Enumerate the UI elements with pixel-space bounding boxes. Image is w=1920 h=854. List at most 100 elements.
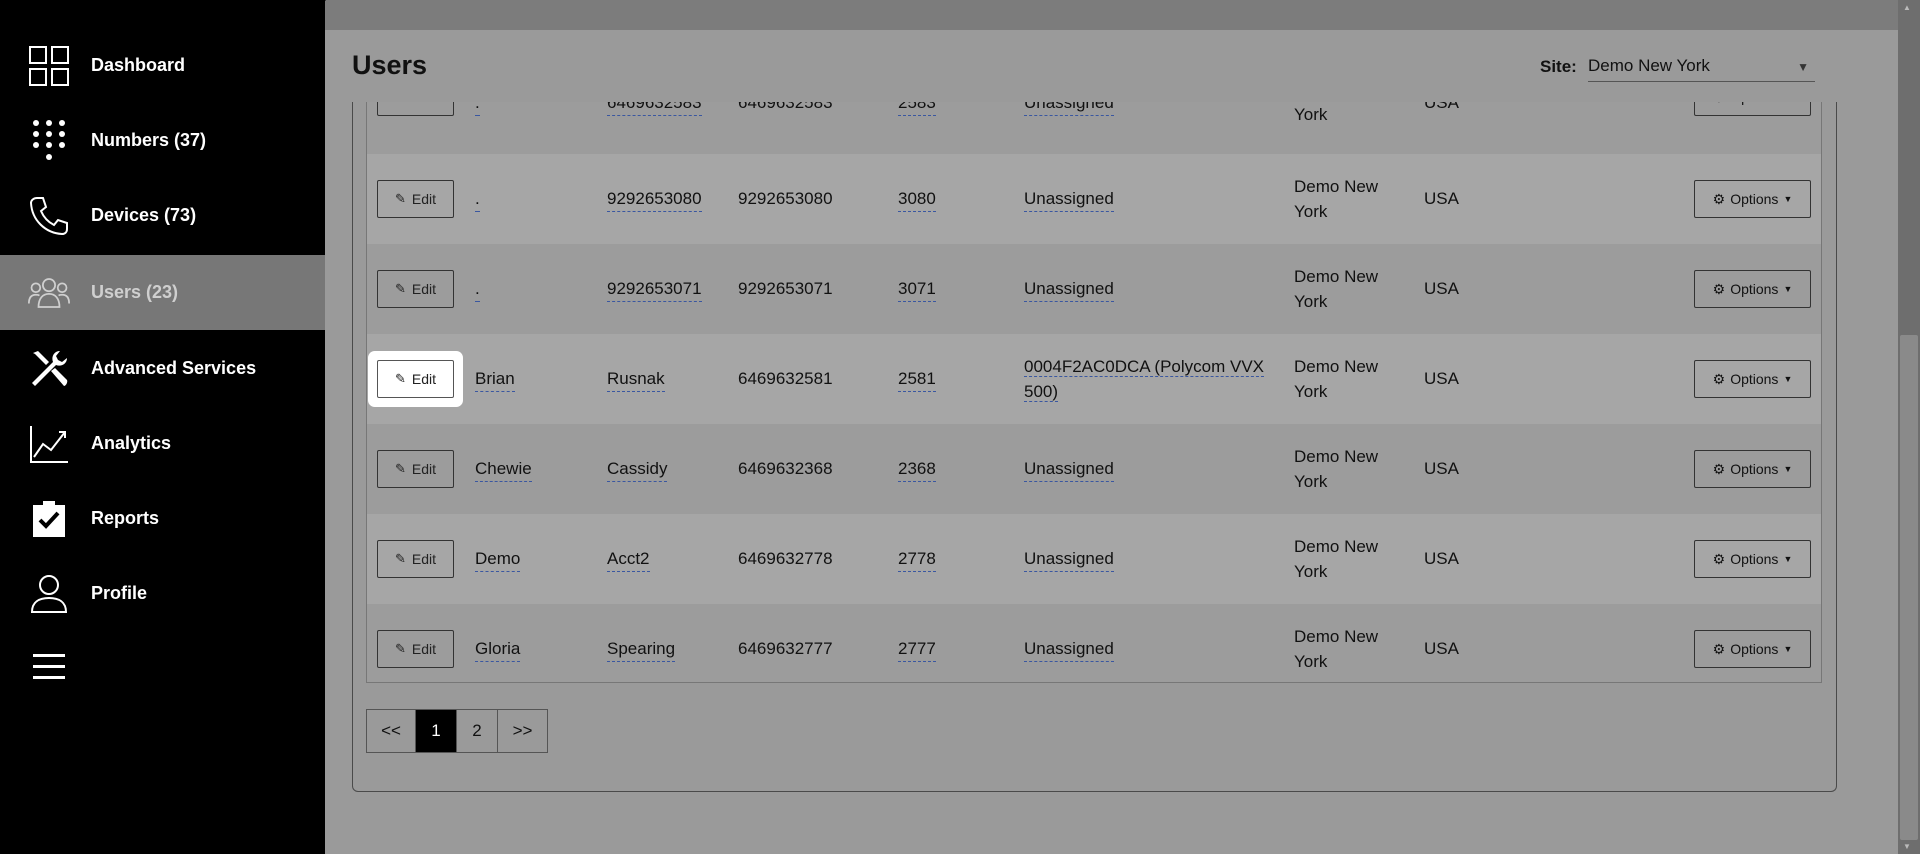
- scroll-up-arrow-icon[interactable]: ▲: [1903, 3, 1911, 12]
- edit-button[interactable]: ✎ Edit: [377, 360, 454, 398]
- table-row: ✎ Edit Brian Rusnak 6469632581 2581 0004…: [367, 334, 1821, 424]
- extension-link[interactable]: 2583: [898, 102, 936, 116]
- extension-link[interactable]: 3080: [898, 186, 936, 212]
- sidebar-item-numbers[interactable]: Numbers (37): [0, 103, 325, 178]
- pencil-icon: ✎: [394, 641, 406, 656]
- gear-icon: ⚙: [1712, 370, 1726, 387]
- options-button[interactable]: ⚙ Options ▼: [1694, 630, 1811, 668]
- caret-down-icon: ▼: [1783, 374, 1793, 384]
- page-last-button[interactable]: >>: [497, 709, 548, 753]
- gear-icon: ⚙: [1712, 280, 1726, 297]
- sidebar: Dashboard Numbers (37) Devices (73) User…: [0, 0, 325, 854]
- dashboard-grid-icon: [28, 45, 70, 87]
- first-name-link[interactable]: .: [475, 102, 480, 116]
- device-link[interactable]: Unassigned: [1024, 636, 1114, 662]
- sidebar-item-analytics[interactable]: Analytics: [0, 406, 325, 481]
- phone-number: 6469632583: [738, 102, 833, 112]
- phone-number: 6469632581: [738, 369, 833, 388]
- first-name-link[interactable]: Chewie: [475, 456, 532, 482]
- scroll-down-arrow-icon[interactable]: ▼: [1903, 842, 1911, 851]
- page-1-button[interactable]: 1: [415, 709, 457, 753]
- edit-button[interactable]: ✎ Edit: [377, 540, 454, 578]
- first-name-link[interactable]: Brian: [475, 366, 515, 392]
- sidebar-item-label: Profile: [91, 583, 148, 603]
- edit-button[interactable]: ✎ Edit: [377, 450, 454, 488]
- last-name-link[interactable]: Cassidy: [607, 456, 668, 482]
- extension-link[interactable]: 2368: [898, 456, 936, 482]
- table-row: ✎ Edit Gloria Spearing 6469632777 2777 U…: [367, 604, 1821, 682]
- sidebar-item-advanced-services[interactable]: Advanced Services: [0, 331, 325, 406]
- country-cell: USA: [1424, 102, 1459, 112]
- sidebar-item-devices[interactable]: Devices (73): [0, 178, 325, 253]
- options-button[interactable]: ⚙ Options ▼: [1694, 540, 1811, 578]
- page-2-button[interactable]: 2: [456, 709, 498, 753]
- edit-button[interactable]: ✎ Edit: [377, 180, 454, 218]
- device-cell: 0004F2AC0DCA (Polycom VVX 500): [1024, 354, 1279, 404]
- caret-down-icon: ▼: [1783, 644, 1793, 654]
- sidebar-item-dashboard[interactable]: Dashboard: [0, 28, 325, 103]
- extension-link[interactable]: 2581: [898, 366, 936, 392]
- sidebar-item-profile[interactable]: Profile: [0, 556, 325, 631]
- device-link[interactable]: Unassigned: [1024, 546, 1114, 572]
- site-cell: Demo New York: [1294, 177, 1379, 221]
- caret-down-icon: ▼: [1783, 284, 1793, 294]
- caret-down-icon: ▼: [1783, 194, 1793, 204]
- device-link[interactable]: Unassigned: [1024, 276, 1114, 302]
- sidebar-item-users[interactable]: Users (23): [0, 255, 325, 330]
- sidebar-item-label: Users (23): [91, 282, 179, 302]
- last-name-link[interactable]: Acct2: [607, 546, 650, 572]
- first-name-link[interactable]: .: [475, 276, 480, 302]
- last-name-link[interactable]: 6469632583: [607, 102, 702, 116]
- last-name-link[interactable]: Rusnak: [607, 366, 665, 392]
- extension-link[interactable]: 2778: [898, 546, 936, 572]
- table-row: ✎ Edit Demo Acct2 6469632778 2778 Unassi…: [367, 514, 1821, 604]
- clipboard-check-icon: [28, 498, 70, 540]
- edit-button[interactable]: ✎ Edit: [377, 630, 454, 668]
- edit-button[interactable]: ✎ Edit: [377, 102, 454, 116]
- edit-button[interactable]: ✎ Edit: [377, 270, 454, 308]
- page-first-button[interactable]: <<: [366, 709, 416, 753]
- last-name-link[interactable]: Spearing: [607, 636, 676, 662]
- users-table: ✎ Edit . 6469632583 6469632583 2583 Unas…: [366, 102, 1822, 683]
- device-link[interactable]: Unassigned: [1024, 186, 1114, 212]
- site-select[interactable]: Demo New York ▼: [1588, 54, 1815, 82]
- options-button[interactable]: ⚙ Options ▼: [1694, 270, 1811, 308]
- sidebar-item-label: Dashboard: [91, 55, 186, 75]
- options-button[interactable]: ⚙ Options ▼: [1694, 450, 1811, 488]
- last-name-link[interactable]: 9292653071: [607, 276, 702, 302]
- site-cell: Demo New York: [1294, 267, 1379, 311]
- site-cell: York: [1294, 105, 1328, 124]
- sidebar-item-label: Numbers (37): [91, 130, 207, 150]
- extension-link[interactable]: 3071: [898, 276, 936, 302]
- last-name-link[interactable]: 9292653080: [607, 186, 702, 212]
- device-link[interactable]: 0004F2AC0DCA (Polycom VVX 500): [1024, 357, 1264, 402]
- caret-down-icon: ▼: [1783, 554, 1793, 564]
- first-name-link[interactable]: Demo: [475, 546, 521, 572]
- top-notch: [296, 0, 326, 30]
- phone-number: 6469632778: [738, 549, 833, 568]
- caret-down-icon: ▼: [1797, 60, 1809, 74]
- table-row: ✎ Edit . 9292653071 9292653071 3071 Unas…: [367, 244, 1821, 334]
- options-button[interactable]: ⚙ Options ▼: [1694, 180, 1811, 218]
- options-button[interactable]: ⚙ Options ▼: [1694, 360, 1811, 398]
- top-strip: [325, 0, 1900, 30]
- keypad-icon: [28, 119, 70, 162]
- sidebar-item-reports[interactable]: Reports: [0, 481, 325, 556]
- options-button[interactable]: ⚙ Options ▼: [1694, 102, 1811, 116]
- device-link[interactable]: Unassigned: [1024, 102, 1114, 116]
- extension-link[interactable]: 2777: [898, 636, 936, 662]
- country-cell: USA: [1424, 549, 1459, 568]
- phone-number: 9292653071: [738, 279, 833, 298]
- menu-icon: [28, 646, 70, 688]
- caret-down-icon: ▼: [1783, 464, 1793, 474]
- sidebar-menu-toggle[interactable]: [0, 629, 325, 704]
- device-link[interactable]: Unassigned: [1024, 456, 1114, 482]
- first-name-link[interactable]: .: [475, 186, 480, 212]
- first-name-link[interactable]: Gloria: [475, 636, 521, 662]
- gear-icon: ⚙: [1712, 640, 1726, 657]
- country-cell: USA: [1424, 639, 1459, 658]
- gear-icon: ⚙: [1712, 550, 1726, 567]
- pagination: << 1 2 >>: [366, 709, 548, 753]
- scrollbar-thumb[interactable]: [1900, 335, 1918, 840]
- gear-icon: ⚙: [1713, 102, 1726, 106]
